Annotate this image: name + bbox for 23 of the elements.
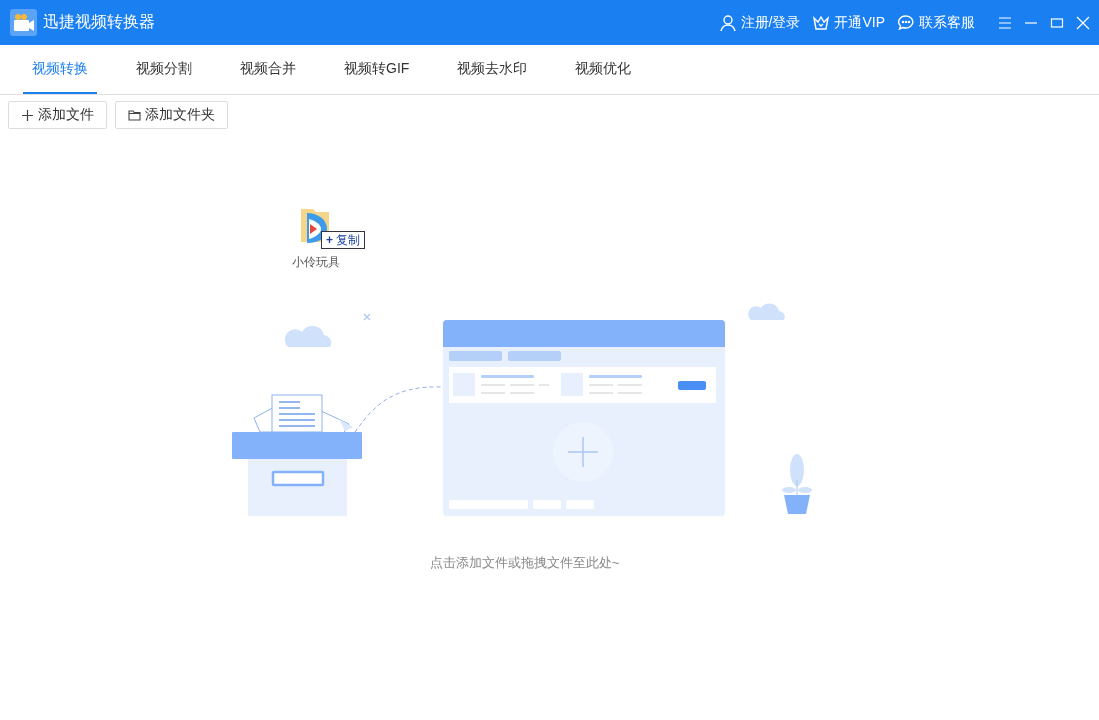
tab[interactable]: 视频转换	[23, 45, 97, 94]
tab[interactable]: 视频优化	[566, 45, 641, 94]
tab[interactable]: 视频合并	[231, 45, 305, 94]
header-link[interactable]: 开通VIP	[812, 13, 885, 32]
tab[interactable]: 视频去水印	[448, 45, 537, 94]
menu-icon[interactable]	[997, 14, 1013, 31]
drop-hint: 点击添加文件或拖拽文件至此处~	[429, 554, 620, 572]
dragged-item-name: 小伶玩具	[292, 254, 340, 271]
add-button[interactable]: 添加文件夹	[115, 101, 228, 129]
add-button[interactable]: 添加文件	[8, 101, 107, 129]
folder-icon	[128, 108, 141, 122]
window-title: 迅捷视频转换器	[43, 12, 155, 32]
chat-bubble-icon	[897, 13, 915, 32]
user-icon	[718, 13, 737, 32]
camera-logo-icon	[10, 9, 37, 36]
header-link[interactable]: 联系客服	[897, 13, 975, 32]
copy-tooltip: + 复制	[321, 231, 365, 249]
header-link[interactable]: 注册/登录	[718, 13, 801, 32]
tab[interactable]: 视频转GIF	[335, 45, 419, 94]
plus-icon	[21, 108, 34, 122]
close-icon[interactable]	[1075, 14, 1091, 31]
crown-icon	[812, 13, 831, 32]
tab[interactable]: 视频分割	[127, 45, 201, 94]
